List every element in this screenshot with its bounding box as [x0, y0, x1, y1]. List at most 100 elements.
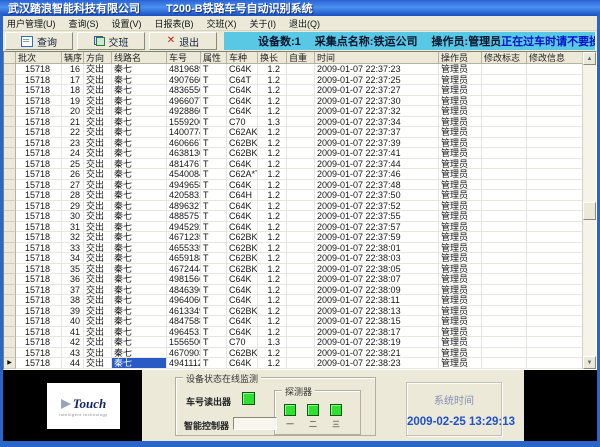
row-selector[interactable] — [4, 201, 16, 212]
table-cell[interactable]: 2009-01-07 22:38:17 — [315, 327, 439, 338]
table-cell[interactable]: 交出 — [84, 232, 112, 243]
table-cell[interactable]: 1.2 — [258, 75, 287, 86]
table-cell[interactable]: 15718 — [16, 232, 62, 243]
table-cell[interactable]: 交出 — [84, 316, 112, 327]
table-cell[interactable]: 4655335 — [167, 243, 201, 254]
table-cell[interactable]: 秦七 — [112, 348, 167, 359]
scroll-down-icon[interactable]: ▼ — [583, 356, 596, 369]
table-cell[interactable] — [482, 295, 527, 306]
table-row[interactable]: 1571833交出秦七4655335TC62BK1.22009-01-07 22… — [4, 243, 596, 254]
table-cell[interactable]: C64K — [227, 106, 258, 117]
table-cell[interactable]: C64K — [227, 64, 258, 75]
table-cell[interactable]: 秦七 — [112, 64, 167, 75]
table-cell[interactable]: 管理员 — [439, 222, 482, 233]
table-cell[interactable]: T — [201, 348, 227, 359]
table-cell[interactable]: 交出 — [84, 180, 112, 191]
table-cell[interactable]: 15718 — [16, 106, 62, 117]
table-cell[interactable]: 4819689 — [167, 64, 201, 75]
table-cell[interactable]: 管理员 — [439, 117, 482, 128]
table-cell[interactable]: C64K — [227, 295, 258, 306]
table-cell[interactable]: 15718 — [16, 180, 62, 191]
table-cell[interactable]: 4885757 — [167, 211, 201, 222]
table-cell[interactable] — [482, 264, 527, 275]
table-cell[interactable]: 交出 — [84, 201, 112, 212]
row-selector[interactable] — [4, 337, 16, 348]
table-cell[interactable]: 管理员 — [439, 243, 482, 254]
table-cell[interactable]: 1.2 — [258, 85, 287, 96]
table-cell[interactable]: 管理员 — [439, 75, 482, 86]
table-cell[interactable]: 15718 — [16, 96, 62, 107]
table-cell[interactable]: 1559206 — [167, 117, 201, 128]
table-cell[interactable]: 管理员 — [439, 106, 482, 117]
table-cell[interactable] — [482, 222, 527, 233]
table-cell[interactable]: 15718 — [16, 75, 62, 86]
table-cell[interactable]: 1.2 — [258, 180, 287, 191]
table-cell[interactable]: 管理员 — [439, 169, 482, 180]
table-cell[interactable]: 15718 — [16, 327, 62, 338]
table-cell[interactable]: 秦七 — [112, 190, 167, 201]
table-cell[interactable]: 36 — [62, 274, 84, 285]
table-cell[interactable]: 秦七 — [112, 75, 167, 86]
table-cell[interactable]: 4964060 — [167, 295, 201, 306]
column-header-0[interactable]: 批次 — [16, 52, 62, 64]
table-cell[interactable]: 管理员 — [439, 306, 482, 317]
table-cell[interactable]: 秦七 — [112, 232, 167, 243]
table-cell[interactable]: 秦七 — [112, 106, 167, 117]
row-selector[interactable] — [4, 264, 16, 275]
table-cell[interactable] — [287, 190, 315, 201]
table-cell[interactable]: 2009-01-07 22:38:21 — [315, 348, 439, 359]
table-cell[interactable]: 1.2 — [258, 190, 287, 201]
table-cell[interactable]: 2009-01-07 22:37:34 — [315, 117, 439, 128]
table-cell[interactable]: 秦七 — [112, 316, 167, 327]
table-cell[interactable] — [287, 169, 315, 180]
table-cell[interactable] — [482, 64, 527, 75]
row-selector[interactable] — [4, 180, 16, 191]
table-cell[interactable]: C62BK — [227, 264, 258, 275]
table-cell[interactable]: 秦七 — [112, 285, 167, 296]
table-cell[interactable]: T — [201, 201, 227, 212]
table-cell[interactable]: T — [201, 190, 227, 201]
table-cell[interactable]: 1.2 — [258, 148, 287, 159]
table-cell[interactable]: 交出 — [84, 169, 112, 180]
table-cell[interactable] — [482, 337, 527, 348]
column-header-11[interactable]: 修改标志 — [482, 52, 527, 64]
table-cell[interactable]: T — [201, 222, 227, 233]
table-row[interactable]: 1571839交出秦七4613349TC62BK1.22009-01-07 22… — [4, 306, 596, 317]
table-cell[interactable]: C62BK — [227, 243, 258, 254]
scroll-up-icon[interactable]: ▲ — [583, 52, 596, 65]
table-cell[interactable]: C64K — [227, 274, 258, 285]
table-cell[interactable]: 15718 — [16, 190, 62, 201]
table-cell[interactable]: 交出 — [84, 243, 112, 254]
table-cell[interactable] — [482, 232, 527, 243]
table-cell[interactable] — [482, 85, 527, 96]
table-cell[interactable]: 交出 — [84, 337, 112, 348]
table-cell[interactable]: 34 — [62, 253, 84, 264]
table-cell[interactable]: 4670903 — [167, 348, 201, 359]
table-row[interactable]: 1571828交出秦七4205831TC64H1.22009-01-07 22:… — [4, 190, 596, 201]
table-cell[interactable]: 15718 — [16, 316, 62, 327]
table-cell[interactable]: T — [201, 75, 227, 86]
table-cell[interactable] — [287, 138, 315, 149]
row-selector[interactable] — [4, 75, 16, 86]
table-row[interactable]: 1571824交出秦七4638130TC62BK1.22009-01-07 22… — [4, 148, 596, 159]
table-cell[interactable]: C64K — [227, 180, 258, 191]
table-cell[interactable] — [287, 295, 315, 306]
table-cell[interactable]: T — [201, 127, 227, 138]
table-cell[interactable]: 15718 — [16, 337, 62, 348]
table-cell[interactable] — [287, 222, 315, 233]
table-cell[interactable]: 4907660 — [167, 75, 201, 86]
table-cell[interactable]: 4638130 — [167, 148, 201, 159]
table-cell[interactable]: T — [201, 232, 227, 243]
table-cell[interactable] — [482, 348, 527, 359]
table-row[interactable]: 1571838交出秦七4964060TC64K1.22009-01-07 22:… — [4, 295, 596, 306]
table-cell[interactable]: 1.2 — [258, 285, 287, 296]
table-cell[interactable]: 22 — [62, 127, 84, 138]
table-cell[interactable]: 交出 — [84, 159, 112, 170]
table-row[interactable]: 1571834交出秦七4659188TC62BK1.22009-01-07 22… — [4, 253, 596, 264]
table-row[interactable]: 1571841交出秦七4964531TC64K1.22009-01-07 22:… — [4, 327, 596, 338]
table-row[interactable]: 1571836交出秦七4981566TC64K1.22009-01-07 22:… — [4, 274, 596, 285]
table-cell[interactable] — [482, 138, 527, 149]
table-cell[interactable]: 15718 — [16, 274, 62, 285]
table-cell[interactable]: 2009-01-07 22:37:48 — [315, 180, 439, 191]
table-cell[interactable]: 4836550 — [167, 85, 201, 96]
